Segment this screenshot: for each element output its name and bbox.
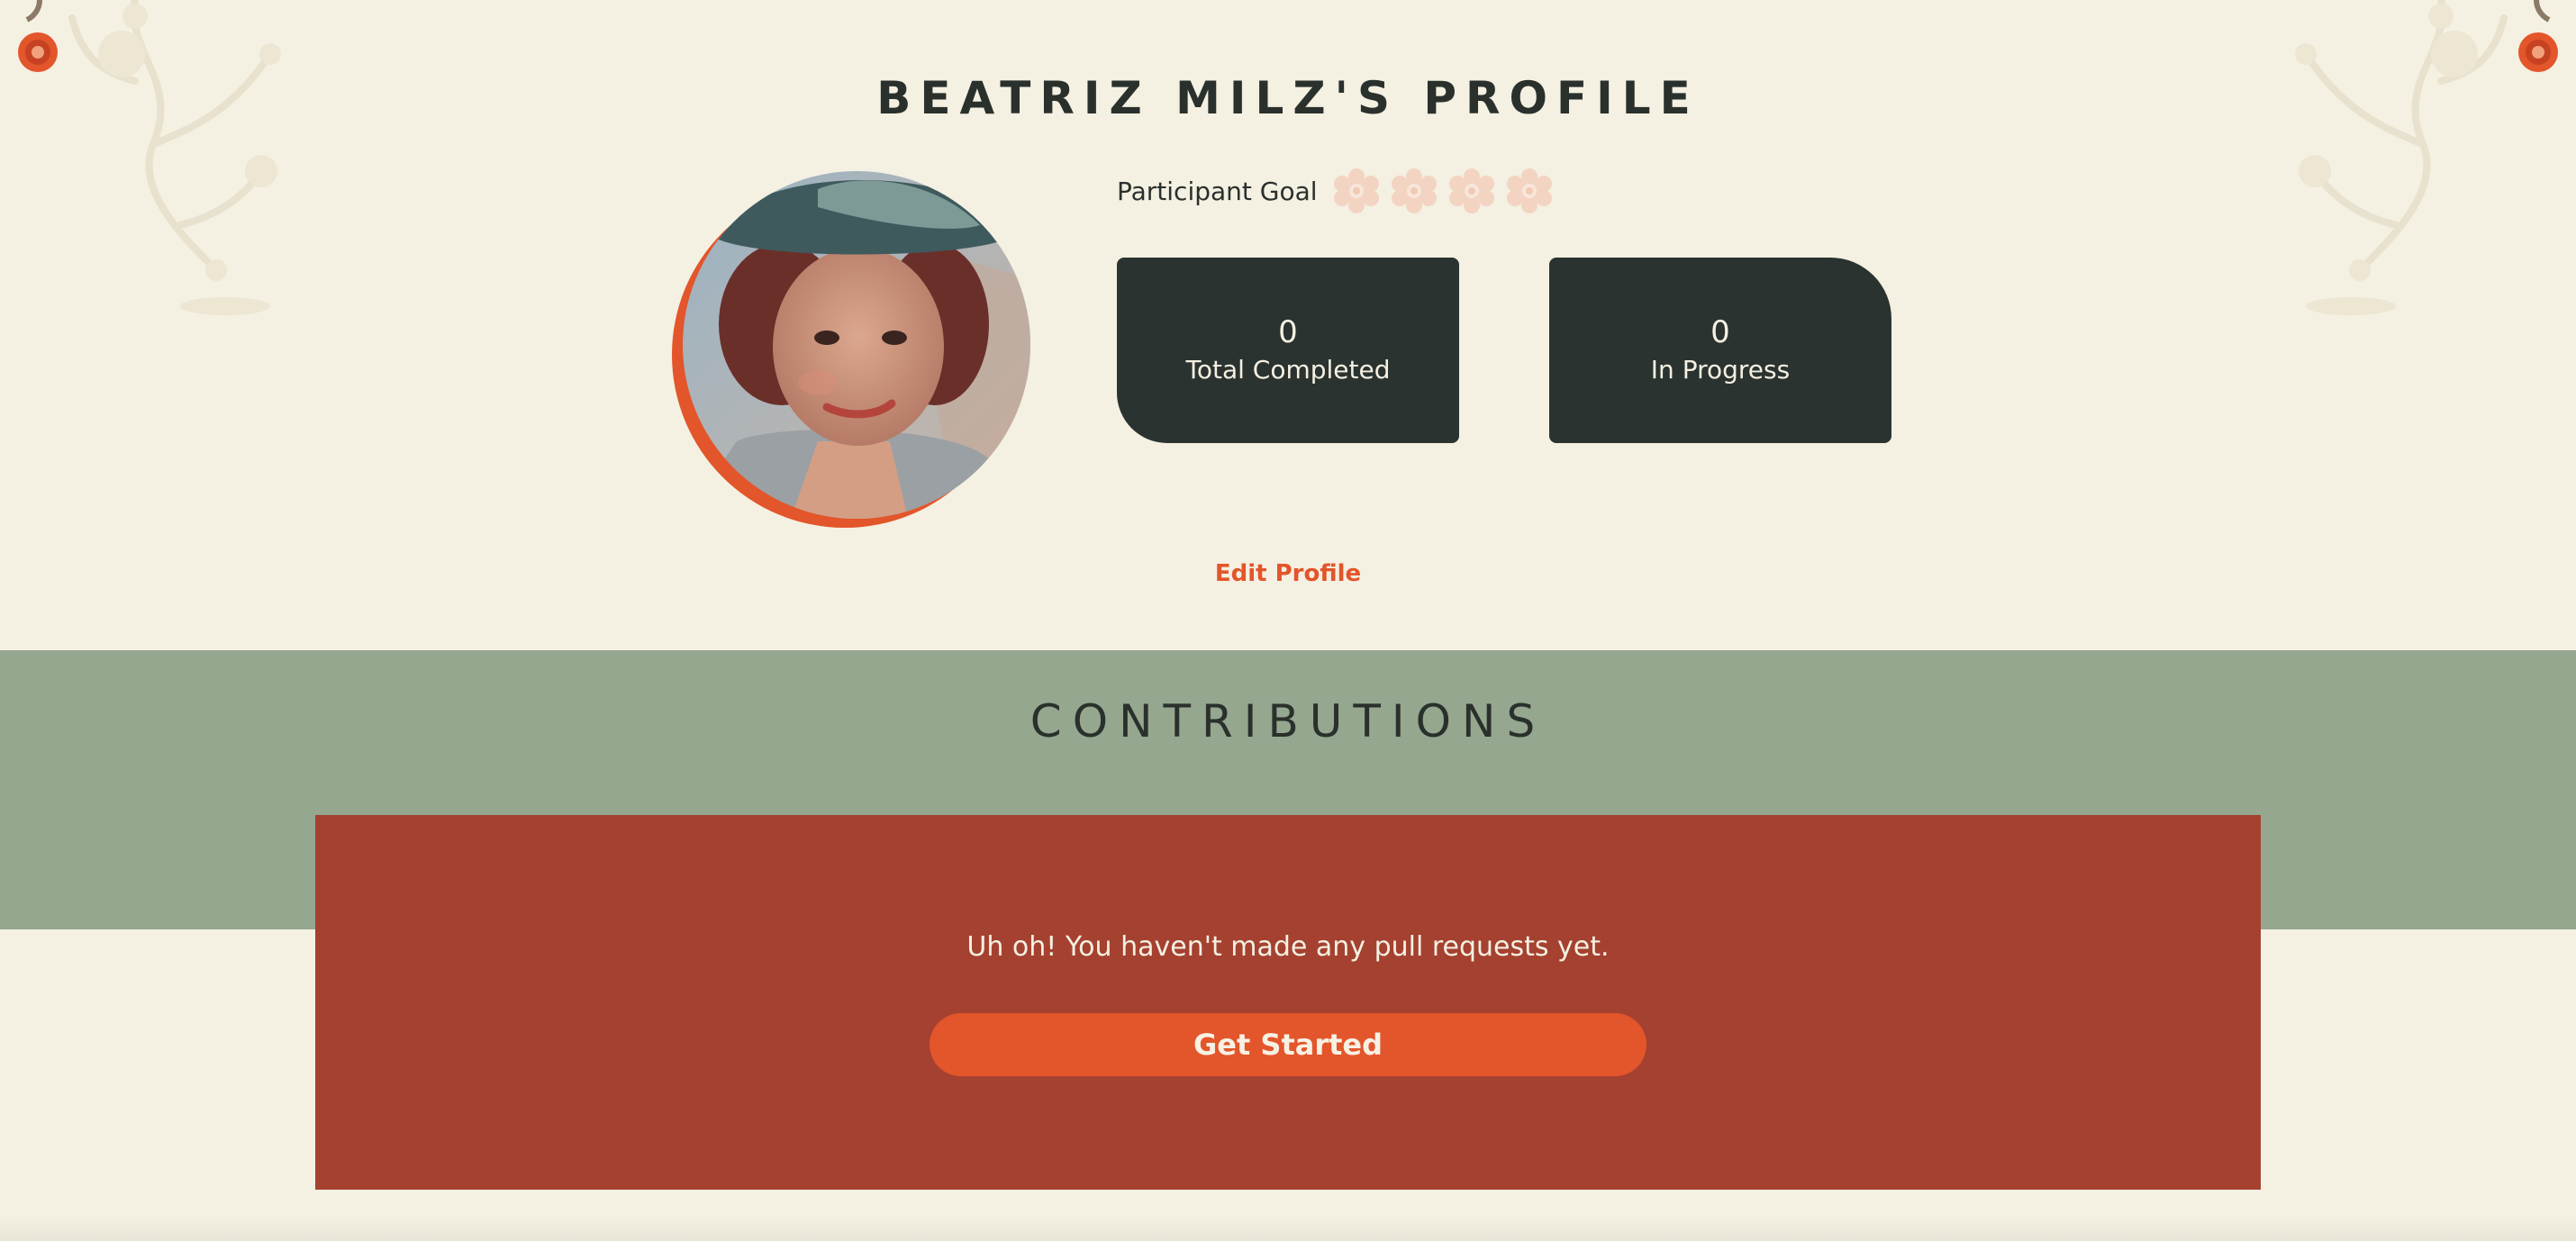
get-started-button[interactable]: Get Started (930, 1013, 1646, 1076)
in-progress-label: In Progress (1650, 355, 1791, 385)
avatar-photo (683, 171, 1030, 519)
profile-page: BEATRIZ MILZ'S PROFILE Participant Goal … (0, 0, 2576, 1241)
floral-decoration-right (2270, 0, 2576, 324)
total-completed-value: 0 (1278, 314, 1298, 350)
flower-icon (1333, 168, 1379, 213)
in-progress-value: 0 (1710, 314, 1730, 350)
floral-decoration-left (0, 0, 306, 324)
avatar (672, 171, 1030, 528)
total-completed-card: 0 Total Completed (1117, 258, 1459, 443)
empty-contributions-card (315, 815, 2261, 1190)
page-title: BEATRIZ MILZ'S PROFILE (876, 72, 1700, 124)
contributions-title: CONTRIBUTIONS (1029, 695, 1547, 747)
participant-goal: Participant Goal (1117, 168, 1552, 213)
total-completed-label: Total Completed (1185, 355, 1391, 385)
footer-divider (0, 1216, 2576, 1241)
participant-goal-label: Participant Goal (1117, 176, 1318, 206)
flower-icon (1391, 168, 1437, 213)
flower-icon (1448, 168, 1494, 213)
in-progress-card: 0 In Progress (1549, 258, 1891, 443)
flower-icon (1506, 168, 1552, 213)
empty-contributions-message: Uh oh! You haven't made any pull request… (966, 931, 1610, 963)
edit-profile-link[interactable]: Edit Profile (0, 560, 2576, 587)
